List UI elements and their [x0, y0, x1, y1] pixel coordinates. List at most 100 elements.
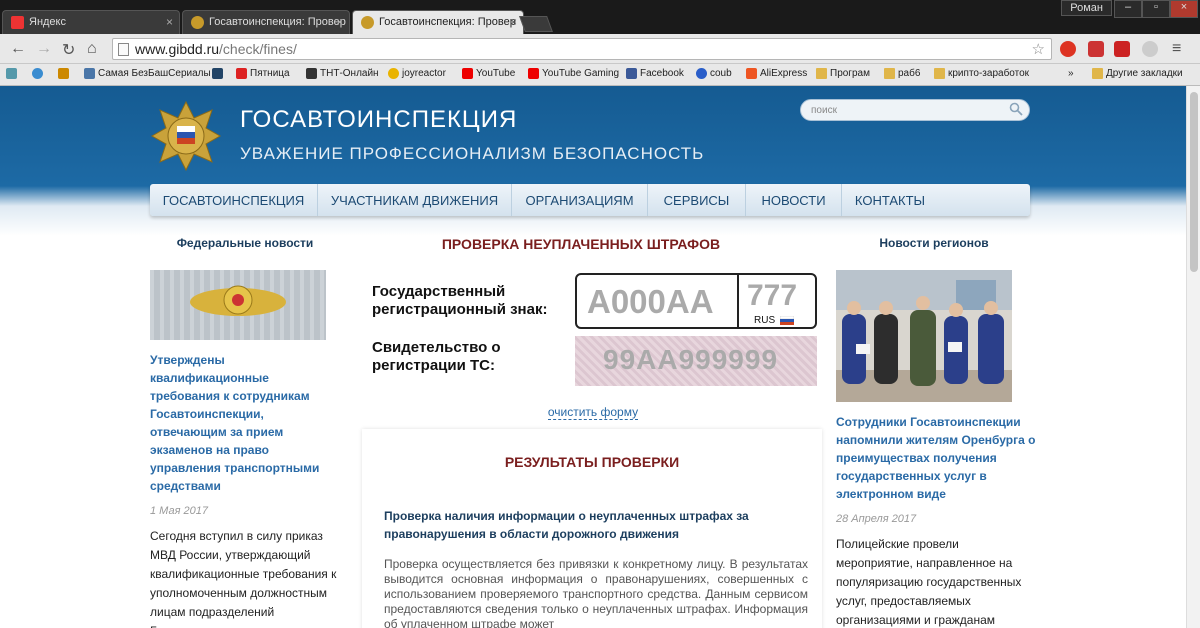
bookmark-item[interactable]: Пятница [236, 68, 290, 79]
tab-gibdd-1[interactable]: Госавтоинспекция: Провер × [182, 10, 350, 34]
clear-form-link[interactable]: очистить форму [370, 405, 816, 420]
results-heading: Проверка наличия информации о неуплаченн… [384, 509, 749, 541]
federal-news-image[interactable] [150, 270, 326, 340]
search-icon[interactable] [1009, 102, 1023, 116]
close-tab-icon[interactable]: × [336, 15, 343, 29]
vk-icon [84, 68, 95, 79]
aliexpress-icon [746, 68, 757, 79]
maximize-button[interactable]: ▫ [1142, 0, 1170, 18]
apps-icon [6, 68, 17, 79]
at-icon [32, 68, 43, 79]
regional-news-link[interactable]: Сотрудники Госавтоинспекции напомнили жи… [836, 413, 1036, 503]
country-code: RUS [754, 315, 776, 326]
browser-toolbar: ← → ↻ ⌂ www.gibdd.ru/check/fines/ ☆ ≡ [0, 34, 1200, 64]
gibdd-icon [191, 16, 204, 29]
reload-icon[interactable]: ↻ [62, 40, 75, 60]
results-panel: РЕЗУЛЬТАТЫ ПРОВЕРКИ Проверка наличия инф… [362, 429, 822, 628]
region-code-placeholder[interactable]: 777 [747, 279, 797, 313]
new-tab-button[interactable] [519, 16, 553, 32]
scrollbar-thumb[interactable] [1190, 92, 1198, 272]
bookmark-item[interactable]: AliExpress [746, 68, 807, 79]
site-icon [58, 68, 69, 79]
certificate-label: Свидетельство о регистрации ТС: [372, 339, 501, 374]
bookmark-item[interactable]: YouTube [462, 68, 515, 79]
coub-icon [696, 68, 707, 79]
other-bookmarks-folder[interactable]: Другие закладки [1092, 68, 1183, 79]
yandex-icon [11, 16, 24, 29]
back-arrow-icon[interactable]: ← [10, 40, 26, 58]
regional-news-image[interactable] [836, 270, 1012, 402]
federal-news-heading: Федеральные новости [176, 236, 314, 250]
opera-extension-icon[interactable] [1060, 41, 1076, 57]
channel4-icon [212, 68, 223, 79]
page-scrollbar[interactable] [1186, 86, 1200, 628]
search-input[interactable]: поиск [800, 99, 1030, 121]
youtube-gaming-icon [528, 68, 539, 79]
bookmarks-bar: Самая БезБашСериалы Пятница ТНТ-Онлайн j… [0, 64, 1200, 86]
folder-icon [884, 68, 895, 79]
nav-servisy[interactable]: СЕРВИСЫ [648, 184, 746, 216]
close-tab-icon[interactable]: × [510, 15, 517, 29]
extension-icon[interactable] [1114, 41, 1130, 57]
bookmark-folder[interactable]: крипто-заработок [934, 68, 1029, 79]
extension-icon[interactable] [1088, 41, 1104, 57]
tnt-icon [306, 68, 317, 79]
bookmark-item[interactable]: ТНТ-Онлайн [306, 68, 379, 79]
folder-icon [1092, 68, 1103, 79]
youtube-icon [462, 68, 473, 79]
nav-uchastnikam-dvizheniya[interactable]: УЧАСТНИКАМ ДВИЖЕНИЯ [318, 184, 512, 216]
menu-icon[interactable]: ≡ [1172, 40, 1181, 58]
close-window-button[interactable]: × [1170, 0, 1198, 18]
gibdd-emblem-icon[interactable] [150, 100, 222, 172]
federal-news-link[interactable]: Утверждены квалификационные требования к… [150, 351, 340, 495]
site-title: ГОСАВТОИНСПЕКЦИЯ [240, 106, 518, 133]
bookmark-item[interactable]: Facebook [626, 68, 684, 79]
page-icon [118, 43, 129, 56]
main-navigation: ГОСАВТОИНСПЕКЦИЯ УЧАСТНИКАМ ДВИЖЕНИЯ ОРГ… [150, 184, 1030, 216]
browser-tab-bar: Яндекс × Госавтоинспекция: Провер × Госа… [0, 0, 1200, 34]
bookmark-item[interactable]: Самая БезБашСериалы [84, 68, 211, 79]
folder-icon [934, 68, 945, 79]
plate-label: Государственный регистрационный знак: [372, 283, 548, 318]
bookmark-star-icon[interactable]: ☆ [1032, 40, 1045, 58]
bookmarks-overflow-button[interactable]: » [1068, 68, 1074, 79]
pyatnitsa-icon [236, 68, 247, 79]
plate-input[interactable]: А000АА 777 RUS [575, 273, 817, 329]
nav-gosavtoinspektsiya[interactable]: ГОСАВТОИНСПЕКЦИЯ [150, 184, 318, 216]
bookmark-item[interactable]: coub [696, 68, 732, 79]
folder-icon [816, 68, 827, 79]
gibdd-icon [361, 16, 374, 29]
certificate-placeholder[interactable]: 99АА999999 [603, 344, 778, 376]
bookmark-item[interactable]: joyreactor [388, 68, 446, 79]
user-profile-button[interactable]: Роман [1061, 0, 1112, 16]
nav-novosti[interactable]: НОВОСТИ [746, 184, 842, 216]
bookmark-folder[interactable]: раб6 [884, 68, 920, 79]
forward-arrow-icon[interactable]: → [36, 40, 52, 58]
web-page: ГОСАВТОИНСПЕКЦИЯ УВАЖЕНИЕ ПРОФЕССИОНАЛИЗ… [0, 86, 1200, 628]
russia-flag-icon [780, 316, 794, 325]
certificate-input[interactable]: 99АА999999 [575, 336, 817, 386]
bookmark-folder[interactable]: Програм [816, 68, 870, 79]
federal-news-text: Сегодня вступил в силу приказ МВД России… [150, 529, 337, 628]
regional-news-column: Новости регионов Сотрудники Госавтоинспе… [836, 236, 1036, 628]
results-title: РЕЗУЛЬТАТЫ ПРОВЕРКИ [504, 454, 680, 470]
tab-gibdd-active[interactable]: Госавтоинспекция: Провер × [352, 10, 524, 34]
address-bar[interactable]: www.gibdd.ru/check/fines/ ☆ [112, 38, 1052, 60]
site-motto: УВАЖЕНИЕ ПРОФЕССИОНАЛИЗМ БЕЗОПАСНОСТЬ [240, 144, 705, 163]
close-tab-icon[interactable]: × [166, 15, 173, 29]
radiation-icon [388, 68, 399, 79]
federal-news-column: Федеральные новости Утверждены квалифика… [150, 236, 340, 628]
regional-news-date: 28 Апреля 2017 [836, 513, 917, 525]
tab-yandex[interactable]: Яндекс × [2, 10, 180, 34]
regional-news-heading: Новости регионов [879, 236, 989, 250]
fines-check-title: ПРОВЕРКА НЕУПЛАЧЕННЫХ ШТРАФОВ [441, 236, 721, 252]
plate-number-placeholder[interactable]: А000АА [587, 283, 714, 321]
minimize-button[interactable]: – [1114, 0, 1142, 18]
globe-icon[interactable] [1142, 41, 1158, 57]
results-description: Проверка осуществляется без привязки к к… [384, 557, 808, 628]
nav-organizatsiyam[interactable]: ОРГАНИЗАЦИЯМ [512, 184, 648, 216]
regional-news-text: Полицейские провели мероприятие, направл… [836, 537, 1022, 627]
bookmark-item[interactable]: YouTube Gaming [528, 68, 619, 79]
home-icon[interactable]: ⌂ [87, 40, 97, 58]
nav-kontakty[interactable]: КОНТАКТЫ [842, 184, 938, 216]
